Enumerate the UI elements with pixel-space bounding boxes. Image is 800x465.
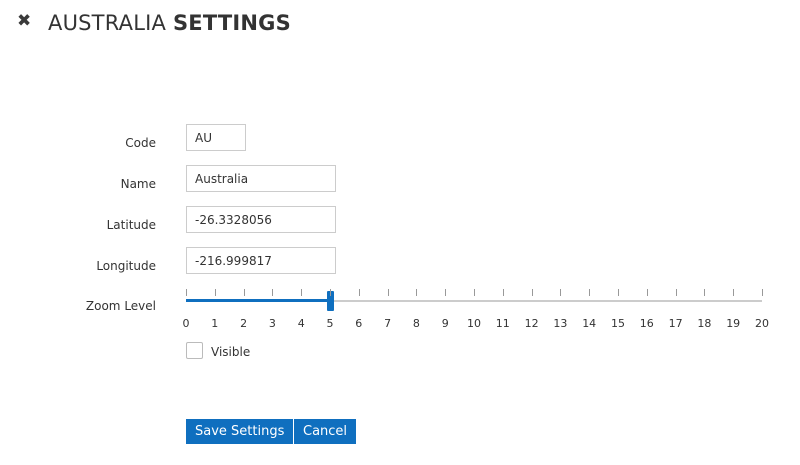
slider-tick-mark xyxy=(330,289,331,296)
slider-tick-label: 13 xyxy=(553,317,568,330)
slider-tick-label: 2 xyxy=(240,317,248,330)
slider-tick-label: 1 xyxy=(211,317,219,330)
slider-tick-label: 17 xyxy=(668,317,683,330)
slider-tick-mark xyxy=(416,289,418,296)
slider-tick-mark xyxy=(301,289,303,296)
page-title: AUSTRALIA SETTINGS xyxy=(48,11,291,35)
slider-tick-mark xyxy=(358,289,360,296)
slider-tick-label: 3 xyxy=(268,317,276,330)
zoom-level-slider[interactable]: 0 1 2 3 4 5 6 7 8 9 10 11 12 13 14 15 16 17 18 19 20 xyxy=(182,289,769,331)
slider-tick-mark xyxy=(733,289,735,296)
slider-tick-label: 14 xyxy=(582,317,597,330)
visible-checkbox[interactable] xyxy=(186,342,203,359)
slider-tick-label: 9 xyxy=(441,317,449,330)
slider-tick-mark xyxy=(214,289,216,296)
slider-tick-mark xyxy=(387,289,389,296)
slider-tick-mark xyxy=(272,289,274,296)
slider-tick-mark xyxy=(474,289,475,296)
slider-tick-label: 16 xyxy=(639,317,654,330)
latitude-label: Latitude xyxy=(106,218,156,232)
cancel-button[interactable]: Cancel xyxy=(294,419,357,444)
zoom-level-label: Zoom Level xyxy=(85,299,156,313)
slider-tick-label: 15 xyxy=(611,317,625,330)
slider-tick-label: 10 xyxy=(467,317,481,330)
slider-tick-label: 5 xyxy=(326,317,334,330)
slider-tick-label: 0 xyxy=(182,317,190,330)
slider-tick-label: 8 xyxy=(412,317,420,330)
slider-tick-label: 4 xyxy=(297,317,305,330)
code-input[interactable] xyxy=(186,124,246,151)
save-settings-button[interactable]: Save Settings xyxy=(186,419,294,444)
slider-tick-mark xyxy=(445,289,447,296)
title-bold: SETTINGS xyxy=(172,11,291,35)
name-input[interactable] xyxy=(186,165,336,192)
slider-tick-mark xyxy=(646,289,648,296)
slider-tick-mark xyxy=(502,289,504,296)
close-icon[interactable]: ✖ xyxy=(17,10,33,32)
longitude-label: Longitude xyxy=(96,259,156,273)
slider-tick-mark xyxy=(589,289,591,296)
slider-tick-mark xyxy=(560,289,562,296)
name-label: Name xyxy=(120,177,156,191)
slider-tick-label: 20 xyxy=(755,317,769,330)
slider-tick-label: 19 xyxy=(726,317,741,330)
slider-track-fill xyxy=(186,299,330,302)
slider-tick-mark xyxy=(531,289,533,296)
slider-tick-mark xyxy=(243,289,245,296)
slider-tick-mark xyxy=(675,289,677,296)
longitude-input[interactable] xyxy=(186,247,336,274)
slider-tick-mark xyxy=(186,289,187,296)
slider-tick-mark xyxy=(704,289,706,296)
slider-tick-label: 12 xyxy=(524,317,539,330)
visible-label: Visible xyxy=(211,345,251,359)
latitude-input[interactable] xyxy=(186,206,336,233)
slider-tick-label: 18 xyxy=(697,317,712,330)
code-label: Code xyxy=(125,136,156,150)
title-prefix: AUSTRALIA xyxy=(48,11,167,35)
slider-tick-label: 6 xyxy=(355,317,363,330)
slider-tick-mark xyxy=(762,289,763,296)
slider-tick-label: 11 xyxy=(495,317,510,330)
slider-tick-label: 7 xyxy=(384,317,392,330)
slider-tick-mark xyxy=(618,289,619,296)
